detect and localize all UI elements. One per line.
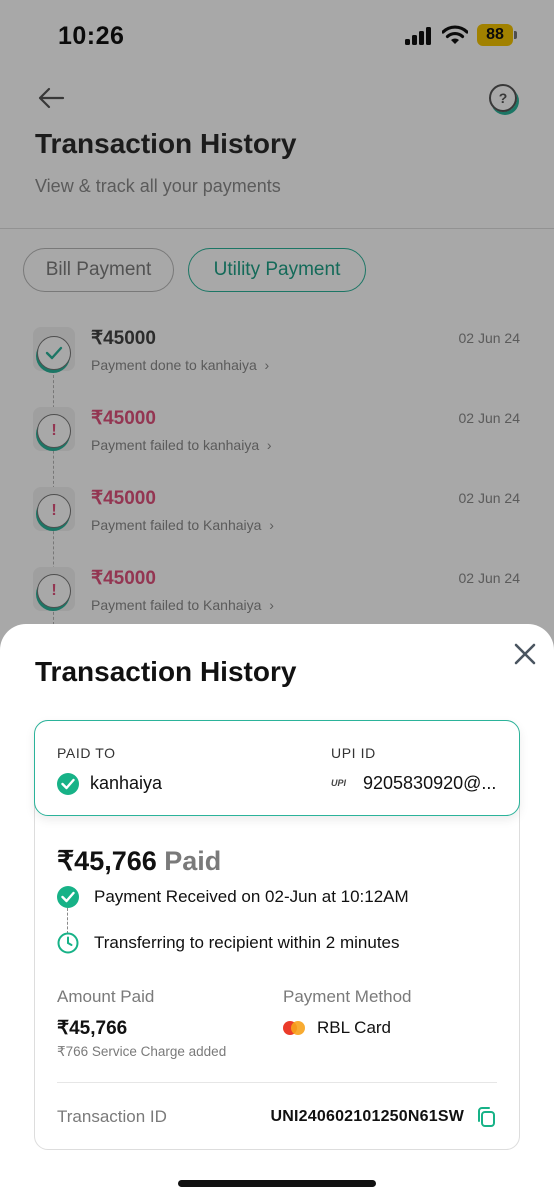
payee-name: kanhaiya (90, 773, 163, 793)
amount-paid-value: ₹45,766 (57, 1018, 128, 1039)
paid-amount-heading: ₹45,766 Paid (57, 846, 221, 877)
upi-logo-icon: UPI (331, 778, 347, 788)
divider (57, 1082, 497, 1083)
close-icon[interactable] (511, 640, 539, 668)
verified-check-icon (57, 773, 79, 795)
payment-method-label: Payment Method (283, 987, 412, 1006)
payee-card: PAID TO UPI ID kanhaiya UPI 9205830920@.… (34, 720, 520, 816)
transaction-id-label: Transaction ID (57, 1107, 167, 1126)
clock-icon (57, 932, 79, 954)
paid-status-word: Paid (164, 846, 222, 876)
status-step-transferring: Transferring to recipient within 2 minut… (94, 933, 400, 952)
payment-received-check-icon (57, 886, 79, 908)
mastercard-icon (283, 1021, 305, 1035)
upi-id-label: UPI ID (331, 745, 376, 761)
upi-id-value: 9205830920@... (363, 773, 497, 793)
transaction-details-sheet: Transaction History PAID TO UPI ID kanha… (0, 624, 554, 1200)
sheet-title: Transaction History (35, 656, 297, 687)
service-charge-note: ₹766 Service Charge added (57, 1044, 227, 1059)
paid-amount: ₹45,766 (57, 846, 157, 876)
copy-icon[interactable] (476, 1106, 496, 1128)
payment-method-value: RBL Card (317, 1018, 392, 1037)
status-connector (67, 908, 68, 934)
home-indicator[interactable] (178, 1180, 376, 1187)
paid-to-label: PAID TO (57, 745, 116, 761)
transaction-id-value: UNI240602101250N61SW (270, 1108, 464, 1125)
amount-paid-label: Amount Paid (57, 987, 155, 1006)
status-step-received: Payment Received on 02-Jun at 10:12AM (94, 887, 409, 906)
